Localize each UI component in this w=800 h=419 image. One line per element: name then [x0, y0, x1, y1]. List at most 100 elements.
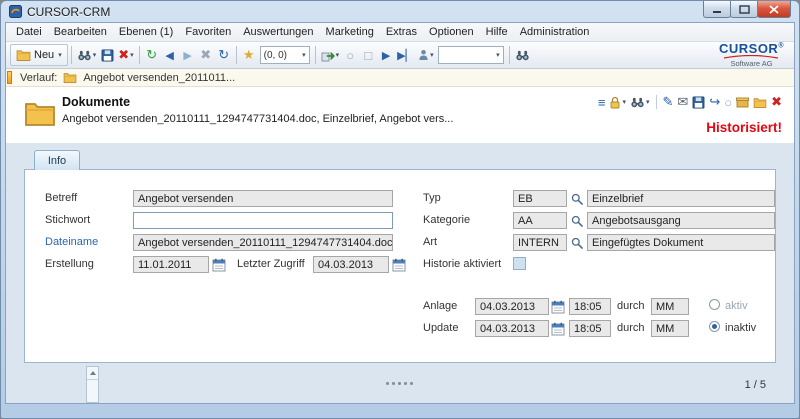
calendar-icon [392, 258, 406, 272]
registered-mark: ® [778, 43, 784, 50]
app-window: CURSOR-CRM Datei Bearbeiten Ebenen (1) F… [0, 0, 800, 419]
maximize-button[interactable] [730, 1, 758, 18]
menu-datei[interactable]: Datei [10, 25, 48, 39]
open-folder-icon [753, 97, 767, 108]
letter-icon[interactable]: ✉ [677, 94, 688, 110]
historie-checkbox[interactable] [513, 257, 526, 270]
reload-button[interactable]: ↻ [215, 44, 233, 66]
record-search-button[interactable]: ▾ [630, 97, 650, 108]
close-button[interactable] [757, 1, 791, 18]
anlage-time-field[interactable]: 18:05 [569, 298, 611, 315]
menu-marketing[interactable]: Marketing [320, 25, 380, 39]
new-button[interactable]: Neu ▾ [10, 44, 68, 66]
anlage-label: Anlage [423, 300, 457, 312]
stichwort-input[interactable] [133, 212, 393, 229]
menu-optionen[interactable]: Optionen [423, 25, 480, 39]
erstellung-field[interactable]: 11.01.2011 [133, 256, 209, 273]
dateiname-field[interactable]: Angebot versenden_20110111_1294747731404… [133, 234, 393, 251]
inaktiv-radio-label: inaktiv [725, 322, 756, 334]
erstellung-calendar-button[interactable] [211, 256, 227, 273]
menu-extras[interactable]: Extras [380, 25, 423, 39]
list-view-icon[interactable]: ≡ [598, 95, 606, 110]
lock-button[interactable]: ▾ [609, 96, 626, 109]
workflow-stop-button[interactable]: □ [359, 44, 377, 66]
workflow-start-button[interactable]: ▶ [377, 44, 395, 66]
global-search-button[interactable] [513, 44, 532, 66]
reload-icon: ↻ [218, 47, 229, 63]
anlage-date-field[interactable]: 04.03.2013 [475, 298, 549, 315]
binoculars-icon [630, 97, 645, 108]
refresh-button[interactable]: ↻ [143, 44, 161, 66]
kategorie-lookup-button[interactable] [569, 212, 585, 229]
kategorie-text-field[interactable]: Angebotsausgang [587, 212, 775, 229]
quick-search-dropdown[interactable]: ▾ [438, 46, 504, 64]
chevron-down-icon: ▾ [646, 98, 650, 106]
magnifier-icon [571, 215, 583, 227]
anlage-user-field[interactable]: MM [651, 298, 689, 315]
art-code-field[interactable]: INTERN [513, 234, 567, 251]
star-icon: ★ [243, 47, 255, 63]
save-record-button[interactable] [692, 96, 705, 109]
lock-icon [609, 96, 621, 109]
search-button[interactable]: ▾ [75, 44, 99, 66]
person-icon [418, 49, 429, 61]
forward-button[interactable]: ▶ [179, 44, 197, 66]
archive-button[interactable] [736, 97, 749, 108]
update-time-field[interactable]: 18:05 [569, 320, 611, 337]
update-durch-label: durch [617, 322, 645, 334]
typ-lookup-button[interactable] [569, 190, 585, 207]
minimize-button[interactable] [703, 1, 731, 18]
menu-ebenen[interactable]: Ebenen (1) [113, 25, 179, 39]
art-lookup-button[interactable] [569, 234, 585, 251]
delete-icon: ✖ [118, 47, 129, 63]
back-button[interactable]: ◀ [161, 44, 179, 66]
user-button[interactable]: ▾ [416, 44, 436, 66]
save-icon [692, 96, 705, 109]
close-record-icon[interactable]: ✖ [771, 94, 782, 110]
export-button[interactable]: ▾ [319, 44, 342, 66]
menu-favoriten[interactable]: Favoriten [179, 25, 237, 39]
magnifier-icon [571, 193, 583, 205]
save-button[interactable] [98, 44, 116, 66]
menu-auswertungen[interactable]: Auswertungen [237, 25, 319, 39]
export-icon [321, 49, 335, 62]
edit-icon[interactable]: ✎ [663, 94, 674, 110]
forward-document-icon[interactable]: ↪ [709, 94, 720, 110]
splitter-grip[interactable] [386, 382, 389, 385]
chevron-down-icon[interactable]: ▾ [58, 51, 62, 59]
menu-administration[interactable]: Administration [514, 25, 596, 39]
coords-dropdown[interactable]: (0, 0) ▾ [260, 46, 310, 64]
art-text-field[interactable]: Eingefügtes Dokument [587, 234, 775, 251]
workflow-step-button[interactable]: ▶▏ [395, 44, 416, 66]
kategorie-code-field[interactable]: AA [513, 212, 567, 229]
aktiv-radio[interactable] [709, 299, 720, 310]
vertical-scrollbar[interactable] [86, 366, 99, 403]
menu-bearbeiten[interactable]: Bearbeiten [48, 25, 113, 39]
typ-text-field[interactable]: Einzelbrief [587, 190, 775, 207]
letzter-zugriff-field[interactable]: 04.03.2013 [313, 256, 389, 273]
document-folder-icon [24, 100, 56, 126]
history-item[interactable]: Angebot versenden_2011011... [83, 72, 235, 84]
scroll-up-button[interactable] [87, 367, 98, 380]
workflow-state-button[interactable]: ○ [341, 44, 359, 66]
update-date-field[interactable]: 04.03.2013 [475, 320, 549, 337]
favorite-button[interactable]: ★ [240, 44, 258, 66]
letzter-zugriff-calendar-button[interactable] [391, 256, 407, 273]
typ-label: Typ [423, 192, 441, 204]
menu-hilfe[interactable]: Hilfe [480, 25, 514, 39]
delete-button[interactable]: ✖ ▾ [116, 44, 135, 66]
betreff-field[interactable]: Angebot versenden [133, 190, 393, 207]
typ-code-field[interactable]: EB [513, 190, 567, 207]
sync-icon[interactable]: ○ [724, 95, 732, 110]
tab-info[interactable]: Info [34, 150, 80, 170]
cancel-button[interactable]: ✖ [197, 44, 215, 66]
update-user-field[interactable]: MM [651, 320, 689, 337]
open-document-button[interactable] [753, 97, 767, 108]
dateiname-link[interactable]: Dateiname [45, 236, 98, 248]
anlage-calendar-button[interactable] [550, 298, 566, 315]
stichwort-label: Stichwort [45, 214, 90, 226]
menu-bar: Datei Bearbeiten Ebenen (1) Favoriten Au… [6, 23, 794, 42]
inaktiv-radio[interactable] [709, 321, 720, 332]
update-calendar-button[interactable] [550, 320, 566, 337]
chevron-down-icon: ▾ [336, 51, 340, 59]
